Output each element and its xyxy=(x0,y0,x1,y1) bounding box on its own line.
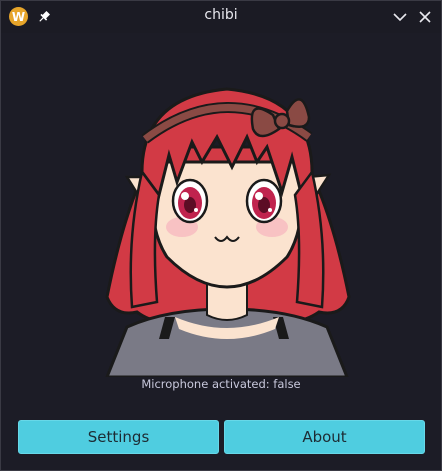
close-icon[interactable] xyxy=(415,7,435,27)
microphone-status-text: Microphone activated: false xyxy=(141,377,301,391)
chibi-avatar-image xyxy=(97,77,357,379)
window-title: chibi xyxy=(204,7,238,23)
title-bar[interactable]: W chibi xyxy=(1,1,441,33)
app-window: W chibi Microphone activated: false Sett… xyxy=(0,0,442,471)
chevron-down-icon[interactable] xyxy=(390,7,410,27)
about-button[interactable]: About xyxy=(224,420,425,454)
settings-button[interactable]: Settings xyxy=(18,420,219,454)
